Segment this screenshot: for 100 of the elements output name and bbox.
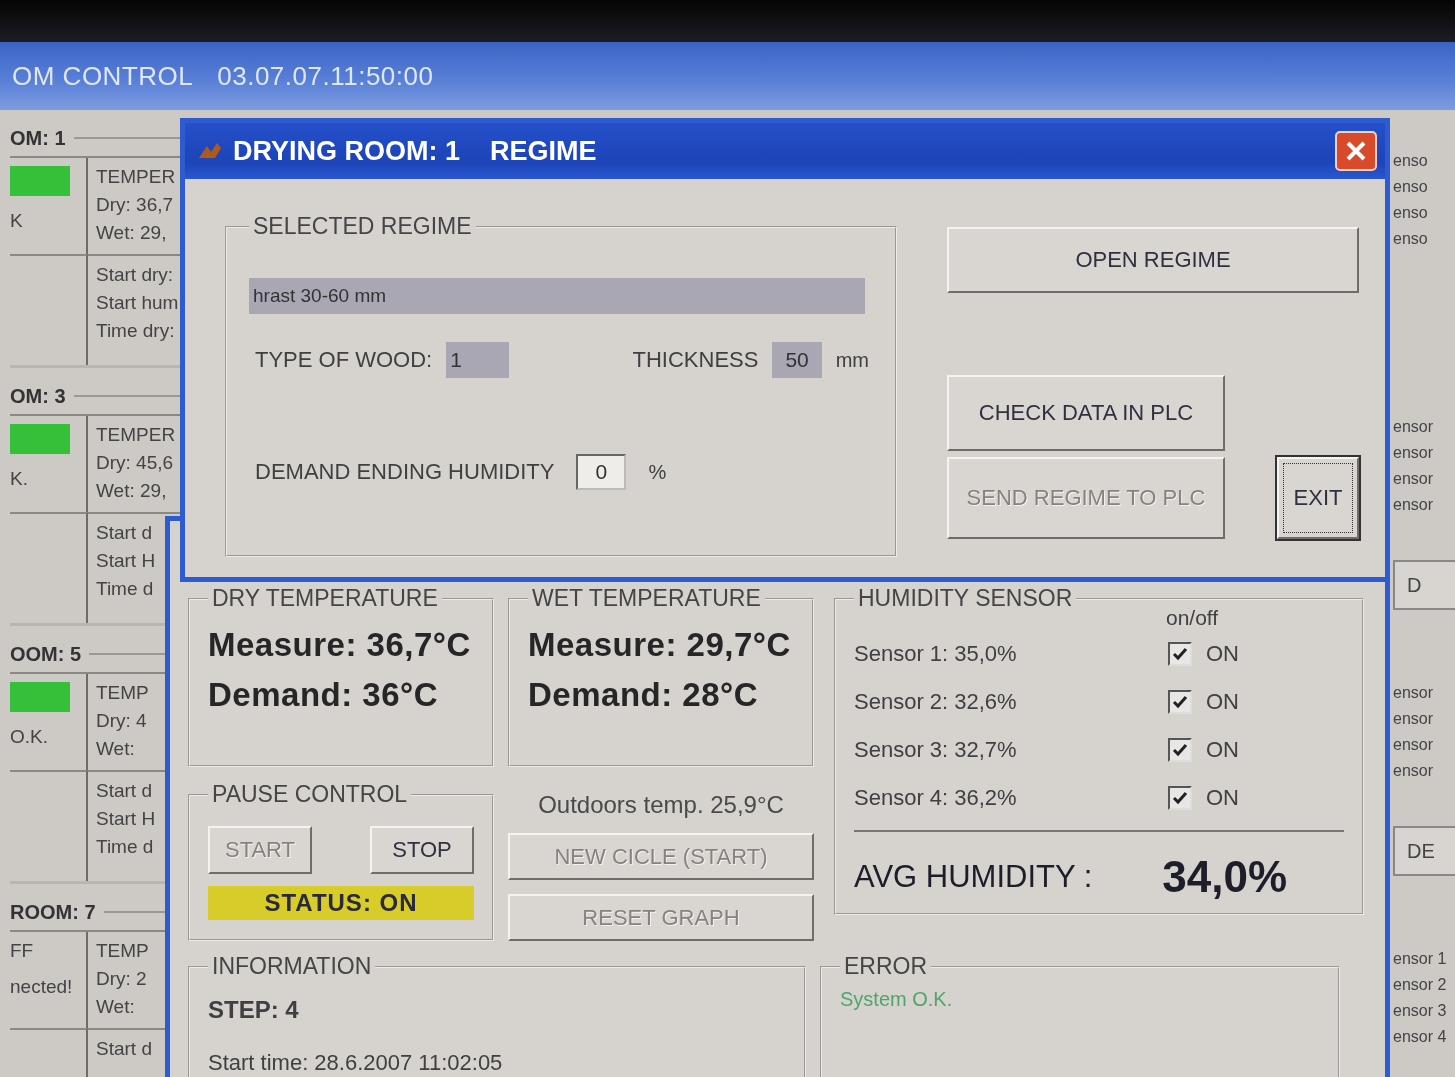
sensor-label: ensor 3 [1393,1002,1448,1020]
sensor-label: ensor [1393,762,1435,780]
dialog-title: DRYING ROOM: 1 [233,135,460,167]
group-title: HUMIDITY SENSOR [857,585,1074,612]
temperature-label: TEMPER [96,166,177,188]
sensor-label: ensor [1393,418,1435,436]
check-icon [1172,791,1188,805]
room-detail: Start hum [96,292,180,314]
demand-temperature: Demand: 36°C [208,676,440,714]
sensor-state: ON [1206,785,1240,811]
start-time: Start time: 28.6.2007 11:02:05 [208,1050,504,1076]
checkbox[interactable] [1168,642,1192,666]
sensor-label: ensor [1393,710,1435,728]
sensor-reading: Sensor 4: 36,2% [854,785,1018,811]
sensor-label: ensor 4 [1393,1028,1448,1046]
close-button[interactable] [1335,131,1377,171]
room-name: OOM: 5 [10,642,82,666]
room-detail: Start d [96,522,153,544]
sensor-state: ON [1206,641,1240,667]
room-detail: Start H [96,550,157,572]
wet-reading: Wet: 29, [96,222,168,244]
regime-field[interactable]: hrast 30-60 mm [249,278,865,314]
temperature-label: TEMP [96,940,150,962]
group-title: SELECTED REGIME [252,213,473,240]
group-title: WET TEMPERATURE [531,585,762,612]
group-title: ERROR [843,953,929,980]
sensor-label: ensor [1393,496,1435,514]
room-name: OM: 3 [10,384,66,408]
wet-reading: Wet: [96,996,136,1018]
thickness-label: THICKNESS [632,347,759,373]
room-name: OM: 1 [10,126,66,150]
room-status: O.K. [10,726,49,748]
group-title: DRY TEMPERATURE [211,585,439,612]
sensor-label: ensor 2 [1393,976,1448,994]
room-status: K [10,210,24,232]
demand-temperature: Demand: 28°C [528,676,760,714]
sensor-label: enso [1393,152,1429,170]
wet-reading: Wet: [96,738,136,760]
room-detail: Start dry: [96,264,175,286]
dialog-subtitle: REGIME [490,135,597,167]
ending-humidity-label: DEMAND ENDING HUMIDITY [255,459,555,485]
control-button[interactable]: STOP [370,826,474,874]
sensor-label: ensor 1 [1393,950,1448,968]
wood-type-label: TYPE OF WOOD: [255,347,433,373]
sensor-reading: Sensor 2: 32,6% [854,689,1018,715]
status-indicator: STATUS: ON [208,886,474,920]
sensor-label: enso [1393,178,1429,196]
sensor-reading: Sensor 3: 32,7% [854,737,1018,763]
room-detail: Start d [96,1038,153,1060]
dialog-button[interactable]: EXIT [1277,457,1359,539]
thickness-field[interactable]: 50 [772,342,822,378]
sensor-label: ensor [1393,736,1435,754]
room-detail: Time d [96,578,155,600]
temperature-label: TEMP [96,682,150,704]
sensor-reading: Sensor 1: 35,0% [854,641,1018,667]
group-title: PAUSE CONTROL [211,781,409,808]
wood-type-field[interactable]: 1 [446,342,509,378]
app-title: OM CONTROL [12,60,194,92]
sensor-label: ensor [1393,470,1435,488]
partial-button[interactable]: D [1393,560,1455,610]
room-detail: Start H [96,808,157,830]
sensor-label: ensor [1393,684,1435,702]
group-title: INFORMATION [211,953,373,980]
room-status: FF [10,940,35,962]
checkbox[interactable] [1168,786,1192,810]
close-icon [1344,139,1368,163]
sensor-state: ON [1206,737,1240,763]
sensor-label: ensor [1393,444,1435,462]
checkbox[interactable] [1168,738,1192,762]
check-icon [1172,743,1188,757]
dry-reading: Dry: 45,6 [96,452,175,474]
room-detail: Start d [96,780,153,802]
check-icon [1172,695,1188,709]
humidity-unit: % [648,460,667,484]
average-humidity-value: 34,0% [1162,852,1288,902]
error-message: System O.K. [840,988,954,1011]
thickness-unit: mm [835,348,869,372]
room-detail: Time dry: [96,320,176,342]
outdoor-temperature: Outdoors temp. 25,9°C [538,791,784,819]
check-icon [1172,647,1188,661]
temperature-label: TEMPER [96,424,177,446]
sensor-state: ON [1206,689,1240,715]
dry-reading: Dry: 4 [96,710,148,732]
room-detail: Time d [96,836,155,858]
sensor-label: enso [1393,204,1429,222]
sensor-label: enso [1393,230,1429,248]
room-status: K. [10,468,29,490]
measured-temperature: Measure: 29,7°C [528,626,792,664]
room-note: nected! [10,976,74,998]
measured-temperature: Measure: 36,7°C [208,626,472,664]
step-text: STEP: 4 [208,996,300,1024]
partial-button[interactable]: DE [1393,826,1455,876]
ending-humidity-field[interactable]: 0 [576,454,627,490]
dialog-button[interactable]: CHECK DATA IN PLC [947,375,1225,451]
dry-reading: Dry: 2 [96,968,148,990]
dialog-button[interactable]: OPEN REGIME [947,227,1359,293]
checkbox[interactable] [1168,690,1192,714]
column-heading: on/off [1166,606,1219,630]
average-humidity-label: AVG HUMIDITY : [854,859,1093,895]
wet-reading: Wet: 29, [96,480,168,502]
